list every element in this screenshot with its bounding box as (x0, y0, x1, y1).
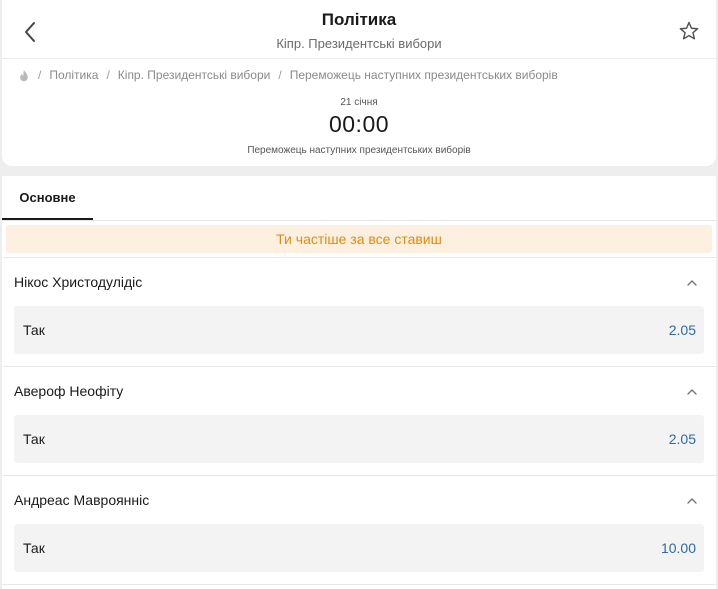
markets-panel: Основне Ти частіше за все ставиш Нікос Х… (2, 176, 716, 589)
header-divider (2, 58, 716, 59)
divider (2, 584, 716, 585)
outcome-button[interactable]: Так 2.05 (14, 306, 704, 354)
chevron-up-icon[interactable] (686, 385, 698, 397)
favorite-button[interactable] (674, 16, 704, 46)
breadcrumb-item-league[interactable]: Кіпр. Президентські вибори (118, 68, 271, 82)
outcome-odds: 2.05 (668, 431, 696, 447)
breadcrumb-separator: / (106, 68, 110, 82)
page-subtitle: Кіпр. Президентські вибори (276, 36, 442, 51)
event-name: Переможець наступних президентських вибо… (247, 145, 471, 156)
market-title: Андреас Мавроянніс (14, 492, 150, 508)
market-header[interactable]: Авероф Неофіту (2, 367, 716, 415)
market-header[interactable]: Нікос Христодулідіс (2, 258, 716, 306)
breadcrumb-item-politics[interactable]: Політика (49, 68, 98, 82)
market-header[interactable]: Андреас Мавроянніс (2, 476, 716, 524)
outcome-label: Так (23, 540, 45, 556)
chevron-up-icon[interactable] (686, 276, 698, 288)
market-title: Нікос Христодулідіс (14, 274, 143, 290)
chevron-up-icon[interactable] (686, 494, 698, 506)
breadcrumb: / Політика / Кіпр. Президентські вибори … (18, 67, 558, 83)
tab-main[interactable]: Основне (2, 176, 93, 220)
event-date: 21 січня (340, 97, 378, 108)
breadcrumb-item-event: Переможець наступних президентських вибо… (289, 68, 558, 82)
outcome-button[interactable]: Так 10.00 (14, 524, 704, 572)
favorite-bets-banner[interactable]: Ти частіше за все ставиш (6, 225, 712, 253)
breadcrumb-separator: / (38, 68, 42, 82)
outcome-odds: 2.05 (668, 322, 696, 338)
star-outline-icon (679, 21, 699, 40)
market-title: Авероф Неофіту (14, 383, 124, 399)
outcome-label: Так (23, 431, 45, 447)
market-block: Андреас Мавроянніс Так 10.00 (2, 476, 716, 585)
flame-icon[interactable] (18, 68, 30, 82)
market-block: Авероф Неофіту Так 2.05 (2, 367, 716, 476)
outcome-label: Так (23, 322, 45, 338)
event-header: Політика Кіпр. Президентські вибори / По… (2, 0, 716, 166)
outcome-odds: 10.00 (660, 540, 696, 556)
market-block: Нікос Христодулідіс Так 2.05 (2, 258, 716, 367)
outcome-button[interactable]: Так 2.05 (14, 415, 704, 463)
tab-bar: Основне (2, 176, 716, 221)
event-time: 00:00 (328, 111, 390, 137)
breadcrumb-separator: / (278, 68, 282, 82)
page-title: Політика (321, 10, 397, 29)
